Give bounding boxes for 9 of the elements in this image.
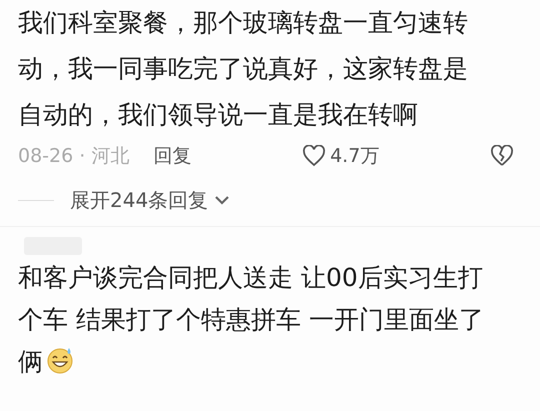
heart-icon[interactable] [302, 145, 326, 167]
comment-text: 和客户谈完合同把人送走 让00后实习生打 个车 结果打了个特惠拼车 一开门里面坐了 俩 [18, 262, 485, 378]
expand-replies-button[interactable]: 展开244条回复 [70, 186, 230, 214]
comment-text: 我们科室聚餐，那个玻璃转盘一直匀速转 动，我一同事吃完了说真好，这家转盘是 自动的，我们领导说一直是我在转啊 [18, 7, 469, 131]
broken-heart-icon[interactable] [490, 145, 514, 167]
comment-date-location: 08-26 · 河北 [18, 144, 130, 169]
reply-link[interactable]: 回复 [153, 143, 192, 169]
like-count: 4.7万 [330, 144, 380, 169]
chevron-down-icon [214, 195, 230, 205]
